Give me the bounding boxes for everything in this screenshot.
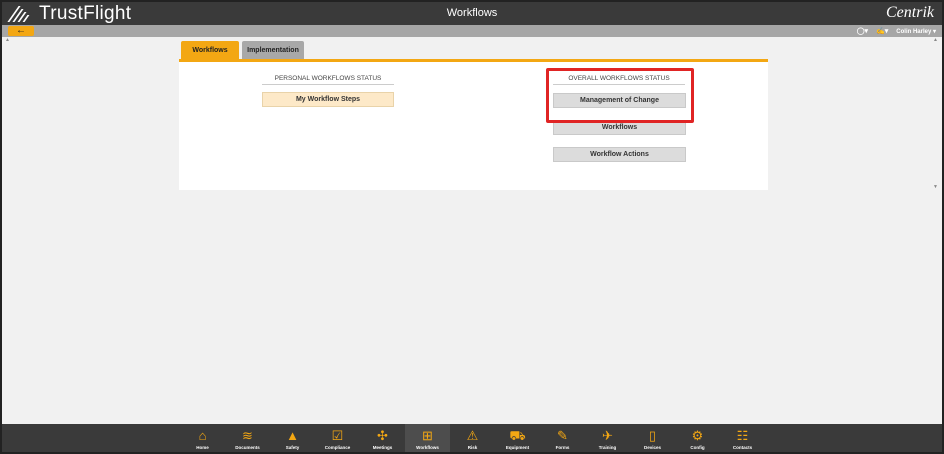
management-of-change-button[interactable]: Management of Change xyxy=(553,93,686,108)
vendor-logo: Centrik xyxy=(886,4,934,21)
user-name: Colin Harley xyxy=(896,28,932,35)
dock-label: Devices xyxy=(643,445,661,450)
workflows-icon: ⊞ xyxy=(422,427,433,443)
warning-icon: ⚠ xyxy=(466,427,479,443)
my-workflow-steps-button[interactable]: My Workflow Steps xyxy=(262,92,394,107)
meetings-icon: ✣ xyxy=(377,427,388,443)
dock-item-meetings[interactable]: ✣ Meetings xyxy=(360,424,405,452)
dock-label: Contacts xyxy=(732,445,753,450)
scroll-up-left-icon[interactable]: ▲ xyxy=(5,37,10,43)
arrow-left-icon: ← xyxy=(16,25,26,36)
megaphone-icon[interactable]: ✍▾ xyxy=(876,27,888,35)
dock-item-safety[interactable]: ▲ Safety xyxy=(270,424,315,452)
chevron-down-icon: ▾ xyxy=(932,28,936,35)
dock-label: Documents xyxy=(235,445,260,450)
dock-item-config[interactable]: ⚙ Config xyxy=(675,424,720,452)
contacts-icon: ☷ xyxy=(736,427,749,443)
dock-item-compliance[interactable]: ☑ Compliance xyxy=(315,424,360,452)
dock-item-forms[interactable]: ✎ Forms xyxy=(540,424,585,452)
sub-bar: ← ◯▾ ✍▾ Colin Harley ▾ xyxy=(2,25,942,37)
dock-item-equipment[interactable]: ⛟ Equipment xyxy=(495,424,540,452)
dock-label: Risk xyxy=(467,445,478,450)
equipment-icon: ⛟ xyxy=(509,427,526,443)
gear-icon: ⚙ xyxy=(691,427,704,443)
user-menu[interactable]: Colin Harley ▾ xyxy=(896,28,936,35)
compliance-icon: ☑ xyxy=(331,427,344,443)
tab-workflows[interactable]: Workflows xyxy=(181,41,239,59)
dock-label: Training xyxy=(598,445,617,450)
dock-label: Workflows xyxy=(416,445,439,450)
dock-item-documents[interactable]: ≋ Documents xyxy=(225,424,270,452)
forms-icon: ✎ xyxy=(557,427,568,443)
home-icon: ⌂ xyxy=(198,427,207,443)
dock-item-risk[interactable]: ⚠ Risk xyxy=(450,424,495,452)
dock-item-home[interactable]: ⌂ Home xyxy=(180,424,225,452)
dock-label: Equipment xyxy=(505,445,530,450)
bottom-dock: ⌂ Home ≋ Documents ▲ Safety ☑ Compliance ✣ Me… xyxy=(2,424,942,452)
cone-icon: ▲ xyxy=(286,427,299,443)
user-area: ◯▾ ✍▾ Colin Harley ▾ xyxy=(857,25,936,37)
tab-implementation[interactable]: Implementation xyxy=(242,41,304,59)
dock-label: Config xyxy=(690,445,705,450)
dock-items: ⌂ Home ≋ Documents ▲ Safety ☑ Compliance ✣ Me… xyxy=(180,424,765,452)
dock-label: Meetings xyxy=(372,445,393,450)
documents-icon: ≋ xyxy=(242,427,253,443)
dock-label: Safety xyxy=(285,445,300,450)
personal-status-heading: PERSONAL WORKFLOWS STATUS xyxy=(262,75,394,85)
workflow-actions-button[interactable]: Workflow Actions xyxy=(553,147,686,162)
scroll-up-icon[interactable]: ▲ xyxy=(933,37,938,43)
page-title: Workflows xyxy=(446,7,498,19)
back-button[interactable]: ← xyxy=(8,26,34,36)
workflows-button[interactable]: Workflows xyxy=(553,120,686,135)
top-bar: TrustFlight Workflows Centrik xyxy=(2,2,942,25)
scroll-down-icon[interactable]: ▼ xyxy=(933,184,938,190)
dock-label: Home xyxy=(196,445,209,450)
dock-label: Compliance xyxy=(324,445,351,450)
dock-item-workflows[interactable]: ⊞ Workflows xyxy=(405,424,450,452)
dock-item-contacts[interactable]: ☷ Contacts xyxy=(720,424,765,452)
overall-status-heading: OVERALL WORKFLOWS STATUS xyxy=(553,75,685,85)
training-icon: ✈ xyxy=(602,427,613,443)
dock-label: Forms xyxy=(555,445,570,450)
devices-icon: ▯ xyxy=(648,427,657,443)
lightbulb-icon[interactable]: ◯▾ xyxy=(857,27,868,35)
dock-item-devices[interactable]: ▯ Devices xyxy=(630,424,675,452)
workflows-panel: PERSONAL WORKFLOWS STATUS My Workflow St… xyxy=(179,62,768,190)
dock-item-training[interactable]: ✈ Training xyxy=(585,424,630,452)
app-window: TrustFlight Workflows Centrik ← ◯▾ ✍▾ Co… xyxy=(0,0,944,454)
